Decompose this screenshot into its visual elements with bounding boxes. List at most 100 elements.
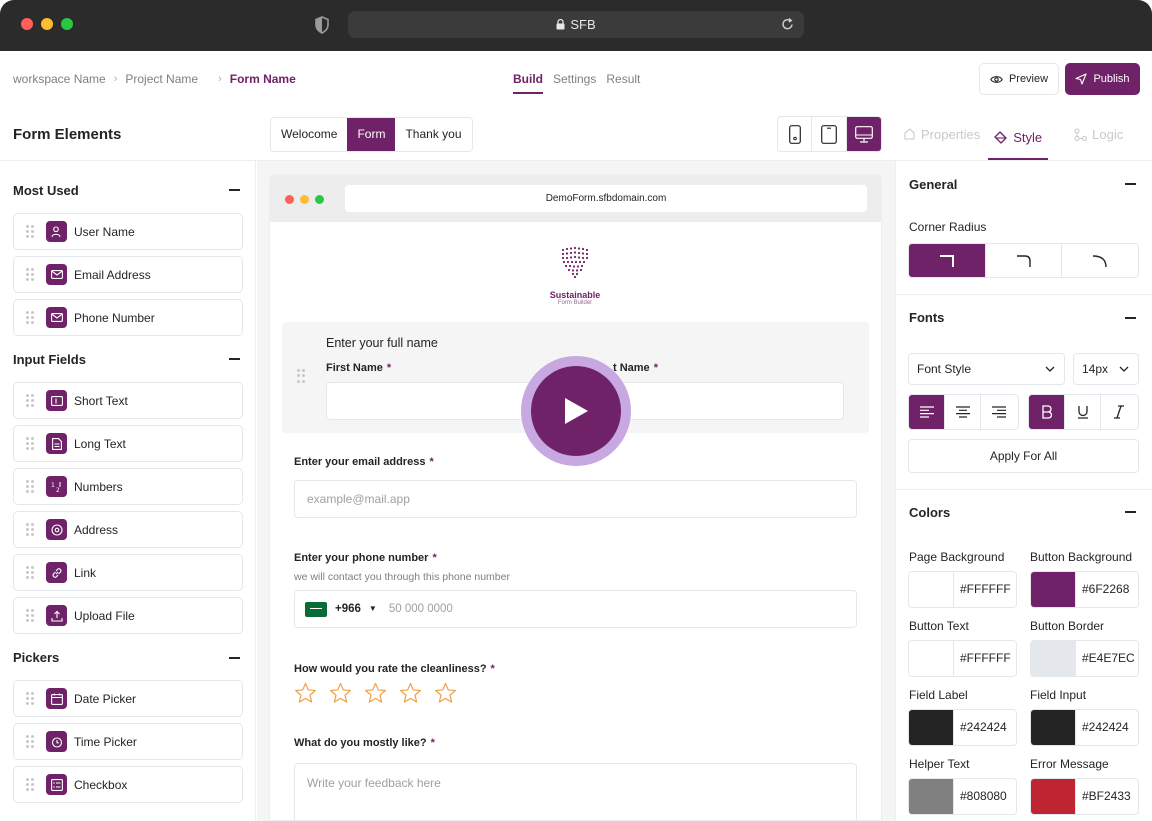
- color-swatch-error-message[interactable]: #BF2433: [1030, 778, 1139, 815]
- page-tab-welcome[interactable]: Welocome: [271, 118, 347, 151]
- color-hex[interactable]: #808080: [954, 779, 1007, 814]
- star-icon[interactable]: [329, 682, 352, 704]
- collapse-icon[interactable]: [229, 657, 240, 659]
- underline-button[interactable]: [1065, 395, 1101, 429]
- tab-settings[interactable]: Settings: [553, 72, 596, 94]
- address-bar[interactable]: SFB: [348, 11, 804, 38]
- star-icon[interactable]: [364, 682, 387, 704]
- element-long-text[interactable]: Long Text: [13, 425, 243, 462]
- color-swatch-button-border[interactable]: #E4E7EC: [1030, 640, 1139, 677]
- element-upload-file[interactable]: Upload File: [13, 597, 243, 634]
- breadcrumb-workspace[interactable]: workspace Name: [13, 72, 106, 86]
- tab-properties[interactable]: Properties: [903, 117, 980, 151]
- color-chip[interactable]: [1031, 710, 1076, 745]
- color-hex[interactable]: #FFFFFF: [954, 572, 1011, 607]
- align-right-button[interactable]: [981, 395, 1017, 429]
- breadcrumb-form[interactable]: Form Name: [230, 72, 296, 86]
- drag-handle-icon[interactable]: [26, 565, 34, 580]
- collapse-icon[interactable]: [1125, 183, 1136, 185]
- element-email-address[interactable]: Email Address: [13, 256, 243, 293]
- drag-handle-icon[interactable]: [26, 267, 34, 282]
- color-chip[interactable]: [909, 779, 954, 814]
- preview-button[interactable]: Preview: [979, 63, 1059, 95]
- play-button[interactable]: [531, 366, 621, 456]
- shield-icon[interactable]: [314, 16, 330, 34]
- reload-icon[interactable]: [781, 17, 794, 31]
- color-swatch-button-text[interactable]: #FFFFFF: [908, 640, 1017, 677]
- caret-down-icon[interactable]: ▼: [369, 591, 377, 627]
- color-hex[interactable]: #BF2433: [1076, 779, 1131, 814]
- email-input[interactable]: example@mail.app: [294, 480, 857, 518]
- star-icon[interactable]: [294, 682, 317, 704]
- color-swatch-field-input[interactable]: #242424: [1030, 709, 1139, 746]
- page-tab-form[interactable]: Form: [347, 118, 396, 151]
- element-date-picker[interactable]: Date Picker: [13, 680, 243, 717]
- color-swatch-field-label[interactable]: #242424: [908, 709, 1017, 746]
- drag-handle-icon[interactable]: [26, 310, 34, 325]
- tab-build[interactable]: Build: [513, 72, 543, 94]
- element-user-name[interactable]: User Name: [13, 213, 243, 250]
- element-checkbox[interactable]: Checkbox: [13, 766, 243, 803]
- feedback-textarea[interactable]: Write your feedback here: [294, 763, 857, 820]
- color-hex[interactable]: #242424: [954, 710, 1007, 745]
- color-chip[interactable]: [1031, 572, 1076, 607]
- font-size-select[interactable]: 14px: [1073, 353, 1139, 385]
- device-desktop-button[interactable]: [846, 117, 881, 151]
- color-chip[interactable]: [1031, 641, 1076, 676]
- drag-handle-icon[interactable]: [26, 522, 34, 537]
- drag-handle-icon[interactable]: [26, 734, 34, 749]
- collapse-icon[interactable]: [1125, 511, 1136, 513]
- collapse-icon[interactable]: [229, 358, 240, 360]
- color-hex[interactable]: #FFFFFF: [954, 641, 1011, 676]
- color-chip[interactable]: [909, 641, 954, 676]
- element-link[interactable]: Link: [13, 554, 243, 591]
- corner-sharp-button[interactable]: [909, 244, 986, 277]
- tab-logic[interactable]: Logic: [1074, 117, 1123, 151]
- tab-style[interactable]: Style: [988, 117, 1049, 160]
- publish-button[interactable]: Publish: [1065, 63, 1140, 95]
- drag-handle-icon[interactable]: [26, 436, 34, 451]
- bold-button[interactable]: [1029, 395, 1065, 429]
- corner-round-button[interactable]: [1062, 244, 1138, 277]
- star-icon[interactable]: [399, 682, 422, 704]
- color-hex[interactable]: #242424: [1076, 710, 1129, 745]
- color-swatch-page-background[interactable]: #FFFFFF: [908, 571, 1017, 608]
- color-swatch-button-background[interactable]: #6F2268: [1030, 571, 1139, 608]
- drag-handle-icon[interactable]: [26, 691, 34, 706]
- phone-input[interactable]: +966 ▼ 50 000 0000: [294, 590, 857, 628]
- device-tablet-button[interactable]: [812, 117, 847, 151]
- drag-handle-icon[interactable]: [26, 608, 34, 623]
- drag-handle-icon[interactable]: [26, 777, 34, 792]
- align-left-button[interactable]: [909, 395, 945, 429]
- element-short-text[interactable]: Short Text: [13, 382, 243, 419]
- breadcrumb-project[interactable]: Project Name: [125, 72, 198, 86]
- window-minimize-button[interactable]: [41, 18, 53, 30]
- element-phone-number[interactable]: Phone Number: [13, 299, 243, 336]
- star-icon[interactable]: [434, 682, 457, 704]
- italic-button[interactable]: [1101, 395, 1137, 429]
- font-style-select[interactable]: Font Style: [908, 353, 1065, 385]
- drag-handle-icon[interactable]: [297, 369, 305, 383]
- collapse-icon[interactable]: [229, 189, 240, 191]
- window-close-button[interactable]: [21, 18, 33, 30]
- element-numbers[interactable]: 12 Numbers: [13, 468, 243, 505]
- tab-result[interactable]: Result: [606, 72, 640, 94]
- color-chip[interactable]: [909, 572, 954, 607]
- corner-rounded-button[interactable]: [986, 244, 1063, 277]
- page-tab-thank-you[interactable]: Thank you: [395, 118, 471, 151]
- window-maximize-button[interactable]: [61, 18, 73, 30]
- country-code[interactable]: +966: [335, 591, 361, 627]
- element-address[interactable]: Address: [13, 511, 243, 548]
- align-center-button[interactable]: [945, 395, 981, 429]
- color-swatch-helper-text[interactable]: #808080: [908, 778, 1017, 815]
- element-time-picker[interactable]: Time Picker: [13, 723, 243, 760]
- color-hex[interactable]: #6F2268: [1076, 572, 1129, 607]
- drag-handle-icon[interactable]: [26, 224, 34, 239]
- apply-for-all-button[interactable]: Apply For All: [908, 439, 1139, 473]
- color-chip[interactable]: [909, 710, 954, 745]
- drag-handle-icon[interactable]: [26, 479, 34, 494]
- color-chip[interactable]: [1031, 779, 1076, 814]
- color-hex[interactable]: #E4E7EC: [1076, 641, 1135, 676]
- device-mobile-button[interactable]: [778, 117, 813, 151]
- drag-handle-icon[interactable]: [26, 393, 34, 408]
